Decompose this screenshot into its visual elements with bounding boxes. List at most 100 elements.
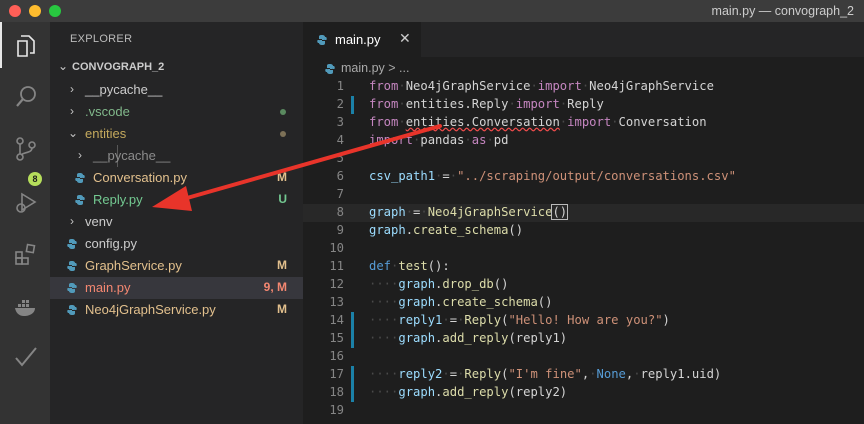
git-status-badge: 9, M bbox=[263, 280, 287, 294]
line-number: 2 bbox=[336, 97, 344, 111]
status-dot bbox=[280, 131, 286, 137]
active-indicator bbox=[0, 22, 2, 68]
tree-item-neo4jgraphservice-py[interactable]: Neo4jGraphService.py M bbox=[50, 299, 303, 321]
code-text: ····graph.drop_db() bbox=[369, 277, 509, 291]
line-number: 6 bbox=[336, 169, 344, 183]
editor-area: main.py ✕ main.py > ... 1 from·Neo4jGrap… bbox=[303, 22, 864, 424]
git-gutter-mark bbox=[351, 366, 354, 384]
line-number: 13 bbox=[329, 295, 344, 309]
tree-item-label: __pycache__ bbox=[85, 82, 163, 97]
python-file-icon bbox=[75, 173, 85, 183]
tree-item-label: Conversation.py bbox=[93, 170, 187, 185]
line-number: 18 bbox=[329, 385, 344, 399]
chevron-down-icon: ⌄ bbox=[58, 59, 69, 73]
code-line: 9 graph.create_schema() bbox=[303, 222, 864, 240]
explorer-icon[interactable] bbox=[13, 33, 39, 59]
tree-item-label: config.py bbox=[85, 236, 138, 251]
code-editor[interactable]: 1 from·Neo4jGraphService·import·Neo4jGra… bbox=[303, 78, 864, 420]
line-number: 10 bbox=[329, 241, 344, 255]
git-gutter-mark bbox=[351, 330, 354, 348]
tree-item-pycache[interactable]: › __pycache__ bbox=[50, 79, 303, 101]
tree-item-label: Neo4jGraphService.py bbox=[85, 302, 216, 317]
tab-label: main.py bbox=[335, 32, 381, 47]
code-line: 18 ····graph.add_reply(reply2) bbox=[303, 384, 864, 402]
tree-item-label: entities bbox=[85, 126, 127, 141]
sidebar-title: EXPLORER bbox=[70, 33, 133, 45]
tree-item-vscode[interactable]: › .vscode bbox=[50, 101, 303, 123]
tree-item-reply-py[interactable]: Reply.py U bbox=[50, 189, 303, 211]
code-text: graph.create_schema() bbox=[369, 223, 524, 237]
chevron-down-icon: ⌄ bbox=[68, 126, 79, 140]
git-status-badge: U bbox=[278, 192, 287, 206]
close-icon[interactable]: ✕ bbox=[399, 30, 411, 47]
code-text: import·pandas·as·pd bbox=[369, 133, 509, 147]
code-line: 14 ····reply1·=·Reply("Hello! How are yo… bbox=[303, 312, 864, 330]
source-control-icon[interactable] bbox=[13, 136, 39, 162]
line-number: 19 bbox=[329, 403, 344, 417]
check-icon[interactable] bbox=[13, 344, 39, 370]
code-text: ····reply1·=·Reply("Hello! How are you?"… bbox=[369, 313, 670, 327]
python-file-icon bbox=[75, 195, 85, 205]
tree-item-venv[interactable]: › venv bbox=[50, 211, 303, 233]
line-number: 5 bbox=[336, 151, 344, 165]
code-line: 17 ····reply2·=·Reply("I'm fine",·None,·… bbox=[303, 366, 864, 384]
chevron-right-icon: › bbox=[70, 214, 74, 228]
title-bar: main.py — convograph_2 bbox=[0, 0, 864, 22]
git-status-badge: M bbox=[277, 258, 287, 272]
extensions-icon[interactable] bbox=[13, 242, 39, 268]
maximize-window-button[interactable] bbox=[49, 5, 61, 17]
tree-item-entities[interactable]: ⌄ entities bbox=[50, 123, 303, 145]
chevron-right-icon: › bbox=[70, 82, 74, 96]
code-text: from·Neo4jGraphService·import·Neo4jGraph… bbox=[369, 79, 714, 93]
line-number: 15 bbox=[329, 331, 344, 345]
code-line: 11 def·test(): bbox=[303, 258, 864, 276]
code-line: 1 from·Neo4jGraphService·import·Neo4jGra… bbox=[303, 78, 864, 96]
tree-item-config-py[interactable]: config.py bbox=[50, 233, 303, 255]
minimize-window-button[interactable] bbox=[29, 5, 41, 17]
code-text: graph·=·Neo4jGraphService() bbox=[369, 204, 569, 220]
docker-icon[interactable] bbox=[13, 294, 39, 320]
code-text: csv_path1·=·"../scraping/output/conversa… bbox=[369, 169, 736, 183]
python-file-icon bbox=[317, 35, 327, 45]
tree-item-entities-pycache[interactable]: › __pycache__ bbox=[50, 145, 303, 167]
code-line: 19 bbox=[303, 402, 864, 420]
python-file-icon bbox=[67, 305, 77, 315]
code-line: 3 from·entities.Conversation·import·Conv… bbox=[303, 114, 864, 132]
tree-item-label: .vscode bbox=[85, 104, 130, 119]
python-file-icon bbox=[67, 283, 77, 293]
breadcrumb-text: main.py > ... bbox=[341, 61, 410, 75]
workspace-folder[interactable]: ⌄ CONVOGRAPH_2 bbox=[50, 57, 303, 79]
code-line-current: 8 graph·=·Neo4jGraphService() bbox=[303, 204, 864, 222]
line-number: 16 bbox=[329, 349, 344, 363]
line-number: 7 bbox=[336, 187, 344, 201]
source-control-badge: 8 bbox=[28, 172, 42, 186]
tree-item-conversation-py[interactable]: Conversation.py M bbox=[50, 167, 303, 189]
python-file-icon bbox=[67, 261, 77, 271]
tree-item-label: GraphService.py bbox=[85, 258, 182, 273]
close-window-button[interactable] bbox=[9, 5, 21, 17]
code-line: 16 bbox=[303, 348, 864, 366]
tree-item-label: Reply.py bbox=[93, 192, 143, 207]
code-text: from·entities.Conversation·import·Conver… bbox=[369, 115, 707, 129]
tree-item-label: venv bbox=[85, 214, 113, 229]
debug-icon[interactable] bbox=[13, 190, 39, 216]
line-number: 4 bbox=[336, 133, 344, 147]
code-text: ····reply2·=·Reply("I'm fine",·None,·rep… bbox=[369, 367, 722, 381]
code-line: 7 bbox=[303, 186, 864, 204]
code-line: 15 ····graph.add_reply(reply1) bbox=[303, 330, 864, 348]
git-status-badge: M bbox=[277, 170, 287, 184]
line-number: 8 bbox=[336, 205, 344, 219]
tree-item-graphservice-py[interactable]: GraphService.py M bbox=[50, 255, 303, 277]
activity-bar: 8 bbox=[0, 22, 50, 424]
line-number: 9 bbox=[336, 223, 344, 237]
code-line: 10 bbox=[303, 240, 864, 258]
tree-item-main-py[interactable]: main.py 9, M bbox=[50, 277, 303, 299]
window-title: main.py — convograph_2 bbox=[711, 4, 854, 18]
git-status-badge: M bbox=[277, 302, 287, 316]
git-gutter-mark bbox=[351, 312, 354, 330]
search-icon[interactable] bbox=[13, 84, 39, 110]
code-line: 6 csv_path1·=·"../scraping/output/conver… bbox=[303, 168, 864, 186]
tab-main-py[interactable]: main.py ✕ bbox=[303, 22, 421, 57]
explorer-sidebar: EXPLORER ⌄ CONVOGRAPH_2 › __pycache__ › … bbox=[50, 22, 303, 424]
line-number: 17 bbox=[329, 367, 344, 381]
